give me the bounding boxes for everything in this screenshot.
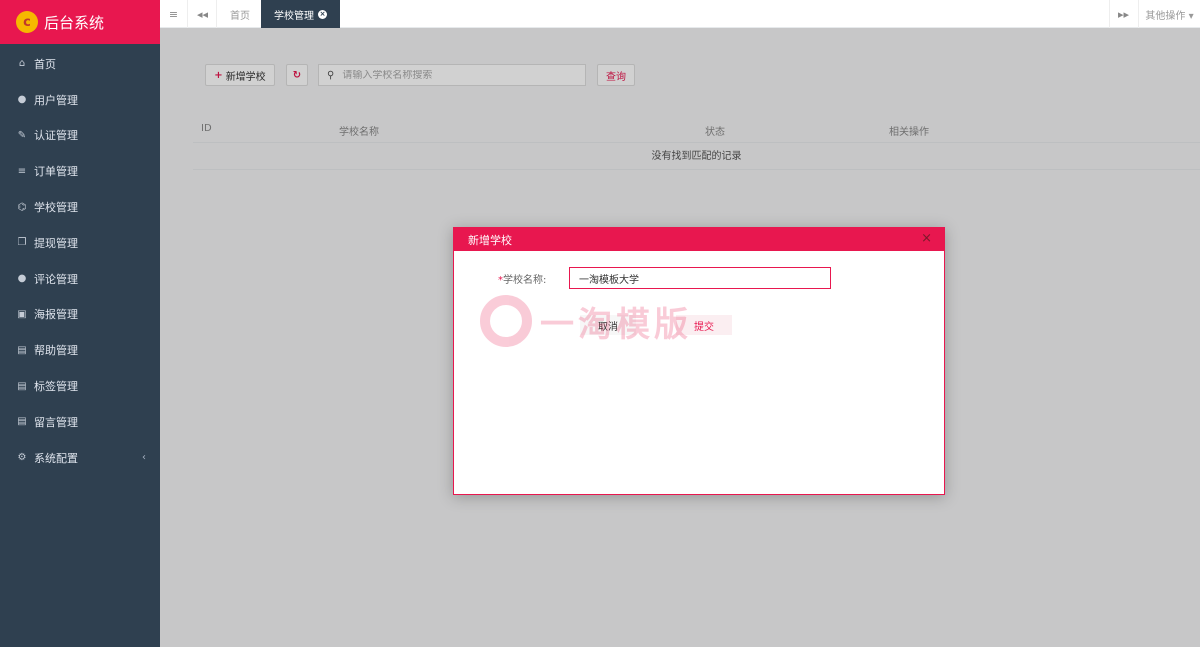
- close-icon[interactable]: ×: [921, 232, 932, 246]
- sidebar-item-label: 认证管理: [34, 129, 78, 143]
- school-name-label: *学校名称:: [498, 271, 546, 286]
- sidebar-item-label: 提现管理: [34, 236, 78, 250]
- sidebar-item-posters[interactable]: ▣ 海报管理: [0, 297, 160, 333]
- sidebar-item-home[interactable]: ⌂ 首页: [0, 46, 160, 82]
- dialog-header: 新增学校 ×: [454, 228, 944, 251]
- sidebar-item-label: 系统配置: [34, 451, 78, 465]
- sidebar-item-label: 海报管理: [34, 308, 78, 322]
- sidebar-item-label: 订单管理: [34, 165, 78, 179]
- wrench-icon: ✎: [17, 129, 27, 141]
- cancel-label: 取消: [598, 321, 618, 333]
- sidebar-item-label: 用户管理: [34, 93, 78, 107]
- tabs-forward-button[interactable]: ▸▸: [1109, 0, 1137, 28]
- tab-label: 学校管理: [274, 10, 314, 22]
- sidebar-item-label: 评论管理: [34, 272, 78, 286]
- sidebar-item-users[interactable]: ● 用户管理: [0, 82, 160, 118]
- file-icon: ▤: [17, 344, 27, 356]
- sidebar-item-label: 帮助管理: [34, 344, 78, 358]
- tabs-back-button[interactable]: ◂◂: [189, 0, 217, 28]
- sidebar-item-label: 首页: [34, 57, 56, 71]
- file-icon: ▤: [17, 416, 27, 428]
- top-bar: ≡ ◂◂ 首页 学校管理 × ▸▸ 其他操作 ▾: [160, 0, 1200, 28]
- sidebar-item-settings[interactable]: ⚙ 系统配置 ‹: [0, 440, 160, 476]
- sidebar-item-label: 标签管理: [34, 380, 78, 394]
- chevron-left-icon: ‹: [142, 452, 146, 464]
- sidebar-item-schools[interactable]: ⌬ 学校管理: [0, 189, 160, 225]
- sidebar-item-tags[interactable]: ▤ 标签管理: [0, 368, 160, 404]
- sidebar-item-orders[interactable]: ≡ 订单管理: [0, 153, 160, 189]
- bank-icon: ⌬: [17, 201, 27, 213]
- school-name-input[interactable]: [569, 267, 831, 289]
- cogs-icon: ⚙: [17, 452, 27, 464]
- add-school-dialog: 新增学校 × *学校名称: 取消 提交: [453, 227, 945, 495]
- backward-icon: ◂◂: [196, 7, 209, 21]
- file-icon: ▤: [17, 380, 27, 392]
- sidebar-item-messages[interactable]: ▤ 留言管理: [0, 404, 160, 440]
- cancel-button[interactable]: 取消: [580, 315, 636, 335]
- comment-icon: ●: [17, 273, 27, 285]
- sidebar-item-withdraw[interactable]: ❐ 提现管理: [0, 225, 160, 261]
- copy-icon: ❐: [17, 237, 27, 249]
- tab-label: 首页: [230, 10, 250, 22]
- user-icon: ●: [17, 94, 27, 106]
- sidebar-nav: ⌂ 首页 ● 用户管理 ✎ 认证管理 ≡ 订单管理 ⌬ 学校管理 ❐ 提现管理 ● 评论管理 …: [0, 46, 160, 476]
- home-icon: ⌂: [18, 58, 26, 70]
- submit-label: 提交: [694, 321, 714, 333]
- dialog-title: 新增学校: [468, 233, 512, 247]
- hamburger-icon: ≡: [168, 7, 179, 21]
- close-tab-icon[interactable]: ×: [318, 9, 327, 19]
- submit-button[interactable]: 提交: [676, 315, 732, 335]
- app-logo[interactable]: c 后台系统: [0, 0, 160, 44]
- sidebar: c 后台系统 ⌂ 首页 ● 用户管理 ✎ 认证管理 ≡ 订单管理 ⌬ 学校管理 ❐ 提现管理…: [0, 0, 160, 647]
- sidebar-item-comments[interactable]: ● 评论管理: [0, 261, 160, 297]
- other-operations-label: 其他操作 ▾: [1145, 10, 1194, 22]
- other-operations-dropdown[interactable]: 其他操作 ▾: [1138, 0, 1200, 28]
- sidebar-item-auth[interactable]: ✎ 认证管理: [0, 118, 160, 154]
- tab-school-management[interactable]: 学校管理 ×: [261, 0, 340, 28]
- menu-toggle-button[interactable]: ≡: [160, 0, 188, 28]
- sidebar-item-label: 学校管理: [34, 201, 78, 215]
- image-icon: ▣: [17, 308, 27, 320]
- forward-icon: ▸▸: [1117, 7, 1130, 21]
- school-name-label-text: 学校名称:: [503, 275, 547, 286]
- tab-home[interactable]: 首页: [217, 0, 263, 28]
- app-title: 后台系统: [44, 13, 105, 32]
- sidebar-item-label: 留言管理: [34, 415, 78, 429]
- list-icon: ≡: [17, 165, 27, 177]
- logo-icon: c: [16, 11, 38, 33]
- sidebar-item-help[interactable]: ▤ 帮助管理: [0, 332, 160, 368]
